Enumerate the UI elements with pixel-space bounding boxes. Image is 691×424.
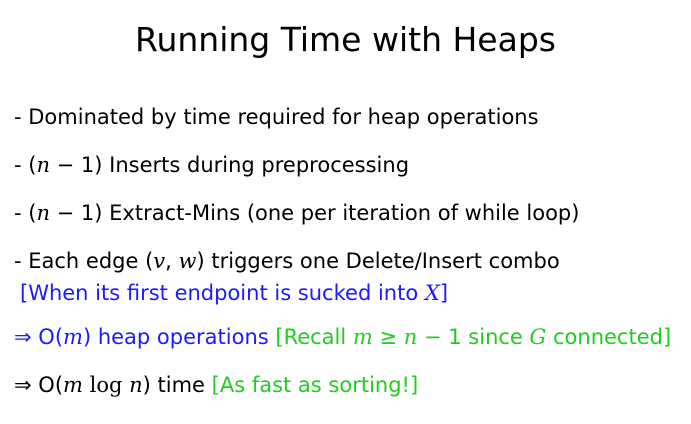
math-var-m: m bbox=[63, 325, 83, 349]
big-o-open: O( bbox=[38, 373, 64, 397]
math-var-G: G bbox=[529, 325, 547, 349]
bullet-inserts: - (n − 1) Inserts during preprocessing bbox=[14, 151, 409, 179]
big-o-open: O( bbox=[38, 325, 64, 349]
bullet-suffix: − 1) Extract-Mins (one per iteration of … bbox=[49, 201, 580, 225]
note-text: [As fast as sorting!] bbox=[204, 373, 419, 397]
note-suffix: connected] bbox=[546, 325, 672, 349]
bullet-heap-ops-count: ⇒ O(m) heap operations [Recall m ≥ n − 1… bbox=[14, 323, 671, 351]
bullet-prefix: - ( bbox=[14, 153, 37, 177]
bullet-total-time: ⇒ O(m log n) time [As fast as sorting!] bbox=[14, 371, 418, 399]
bullet-suffix: − 1) Inserts during preprocessing bbox=[49, 153, 410, 177]
bullet-heap-operations: - Dominated by time required for heap op… bbox=[14, 105, 539, 129]
math-var-m: m bbox=[63, 373, 83, 397]
math-var-w: w bbox=[178, 249, 197, 273]
big-o-close: ) bbox=[82, 325, 92, 349]
implies-arrow-icon: ⇒ bbox=[14, 325, 32, 349]
bullet-each-edge: - Each edge (v, w) triggers one Delete/I… bbox=[14, 247, 560, 275]
math-var-v: v bbox=[153, 249, 166, 273]
bullet-sep: , bbox=[165, 249, 179, 273]
note-suffix: ] bbox=[439, 281, 449, 305]
bullet-prefix: - Each edge ( bbox=[14, 249, 154, 273]
bullet-prefix: - ( bbox=[14, 201, 37, 225]
bullet-each-edge-note: [When its first endpoint is sucked into … bbox=[20, 279, 448, 307]
math-var-m: m bbox=[352, 325, 373, 349]
note-prefix: [Recall bbox=[268, 325, 353, 349]
bullet-extract-mins: - (n − 1) Extract-Mins (one per iteratio… bbox=[14, 199, 579, 227]
math-var-n: n bbox=[403, 325, 418, 349]
big-o-close: ) bbox=[142, 373, 151, 397]
bullet-text: heap operations bbox=[91, 325, 269, 349]
bullet-suffix: ) triggers one Delete/Insert combo bbox=[196, 249, 560, 273]
slide-title: Running Time with Heaps bbox=[135, 20, 556, 59]
math-var-n: n bbox=[36, 153, 50, 177]
log-function: log bbox=[82, 373, 130, 397]
implies-arrow-icon: ⇒ bbox=[14, 373, 32, 397]
math-var-n: n bbox=[36, 201, 50, 225]
geq-symbol: ≥ bbox=[372, 325, 404, 349]
note-prefix: [When its first endpoint is sucked into bbox=[20, 281, 425, 305]
math-var-n: n bbox=[129, 373, 143, 397]
bullet-text: time bbox=[150, 373, 205, 397]
note-mid: − 1 since bbox=[417, 325, 530, 349]
math-var-X: X bbox=[424, 281, 440, 305]
